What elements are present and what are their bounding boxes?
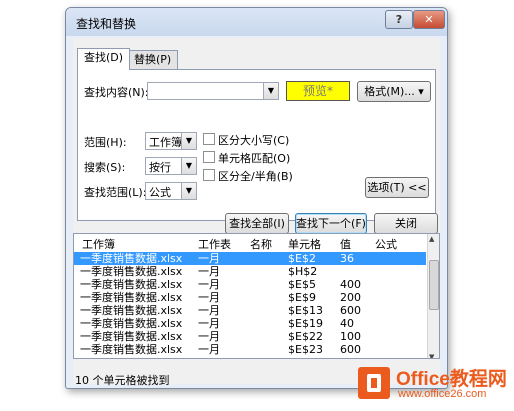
header-workbook[interactable]: 工作簿 bbox=[82, 236, 115, 252]
match-case-checkbox[interactable] bbox=[203, 133, 215, 145]
within-select[interactable]: 工作簿 ▼ bbox=[145, 132, 197, 150]
watermark-url: www.office26.com bbox=[398, 388, 487, 400]
scroll-thumb[interactable] bbox=[429, 260, 439, 310]
format-preview: 预览* bbox=[286, 81, 350, 101]
lookin-label: 查找范围(L): bbox=[84, 186, 147, 199]
table-row[interactable]: 一季度销售数据.xlsx 一月 $E$2 36 bbox=[74, 252, 426, 265]
tab-find[interactable]: 查找(D) bbox=[77, 48, 131, 70]
header-sheet[interactable]: 工作表 bbox=[198, 236, 231, 252]
lookin-dropdown-icon[interactable]: ▼ bbox=[181, 183, 196, 199]
office-logo-icon bbox=[358, 367, 390, 399]
close-window-button[interactable]: ✕ bbox=[413, 10, 445, 29]
match-entire-label: 单元格匹配(O) bbox=[218, 152, 291, 165]
search-dropdown-icon[interactable]: ▼ bbox=[181, 158, 196, 174]
search-label: 搜索(S): bbox=[84, 161, 126, 174]
table-row[interactable]: 一季度销售数据.xlsx 一月 $E$9 200 bbox=[74, 291, 426, 304]
close-icon: ✕ bbox=[424, 13, 434, 26]
header-formula[interactable]: 公式 bbox=[375, 236, 397, 252]
options-toggle-button[interactable]: 选项(T) << bbox=[365, 177, 429, 198]
find-what-label: 查找内容(N): bbox=[84, 86, 149, 99]
find-what-input[interactable]: ▼ bbox=[147, 82, 279, 100]
within-dropdown-icon[interactable]: ▼ bbox=[181, 133, 196, 149]
match-byte-checkbox[interactable] bbox=[203, 169, 215, 181]
office-watermark: Office教程网 www.office26.com bbox=[354, 361, 514, 407]
table-row[interactable]: 一季度销售数据.xlsx 一月 $E$19 40 bbox=[74, 317, 426, 330]
dialog-title: 查找和替换 bbox=[76, 17, 137, 31]
format-button[interactable]: 格式(M)... ▾ bbox=[357, 81, 431, 102]
within-value: 工作簿 bbox=[149, 136, 182, 149]
table-row[interactable]: 一季度销售数据.xlsx 一月 $E$13 600 bbox=[74, 304, 426, 317]
table-row[interactable]: 一季度销售数据.xlsx 一月 $E$23 600 bbox=[74, 343, 426, 356]
match-entire-checkbox[interactable] bbox=[203, 151, 215, 163]
results-list[interactable]: 工作簿 工作表 名称 单元格 值 公式 一季度销售数据.xlsx 一月 $E$2… bbox=[73, 233, 440, 359]
status-text: 10 个单元格被找到 bbox=[75, 374, 170, 387]
scroll-up-icon[interactable]: ▲ bbox=[429, 235, 434, 243]
match-byte-label: 区分全/半角(B) bbox=[218, 170, 293, 183]
table-row[interactable]: 一季度销售数据.xlsx 一月 $H$2 bbox=[74, 265, 426, 278]
find-next-button[interactable]: 查找下一个(F) bbox=[295, 213, 367, 234]
header-value[interactable]: 值 bbox=[340, 236, 351, 252]
table-row[interactable]: 一季度销售数据.xlsx 一月 $E$22 100 bbox=[74, 330, 426, 343]
match-case-label: 区分大小写(C) bbox=[218, 134, 290, 147]
lookin-value: 公式 bbox=[149, 186, 171, 199]
help-button[interactable]: ? bbox=[385, 10, 413, 29]
find-all-button[interactable]: 查找全部(I) bbox=[225, 213, 289, 234]
tab-replace[interactable]: 替换(P) bbox=[127, 50, 179, 69]
lookin-select[interactable]: 公式 ▼ bbox=[145, 182, 197, 200]
table-row[interactable]: 一季度销售数据.xlsx 一月 $E$5 400 bbox=[74, 278, 426, 291]
results-scrollbar[interactable]: ▲ ▼ bbox=[427, 234, 439, 358]
header-cell[interactable]: 单元格 bbox=[288, 236, 321, 252]
header-name[interactable]: 名称 bbox=[250, 236, 272, 252]
title-bar[interactable]: 查找和替换 ? ✕ bbox=[66, 8, 447, 36]
search-select[interactable]: 按行 ▼ bbox=[145, 157, 197, 175]
scroll-down-icon[interactable]: ▼ bbox=[429, 353, 434, 358]
search-value: 按行 bbox=[149, 161, 171, 174]
find-tab-panel: 查找内容(N): ▼ 预览* 格式(M)... ▾ 范围(H): 工作簿 ▼ 搜… bbox=[77, 69, 436, 221]
within-label: 范围(H): bbox=[84, 136, 127, 149]
close-button[interactable]: 关闭 bbox=[374, 213, 438, 234]
watermark-brand: Office教程网 bbox=[396, 369, 507, 390]
find-what-dropdown-icon[interactable]: ▼ bbox=[263, 83, 278, 99]
results-header: 工作簿 工作表 名称 单元格 值 公式 bbox=[74, 234, 426, 252]
